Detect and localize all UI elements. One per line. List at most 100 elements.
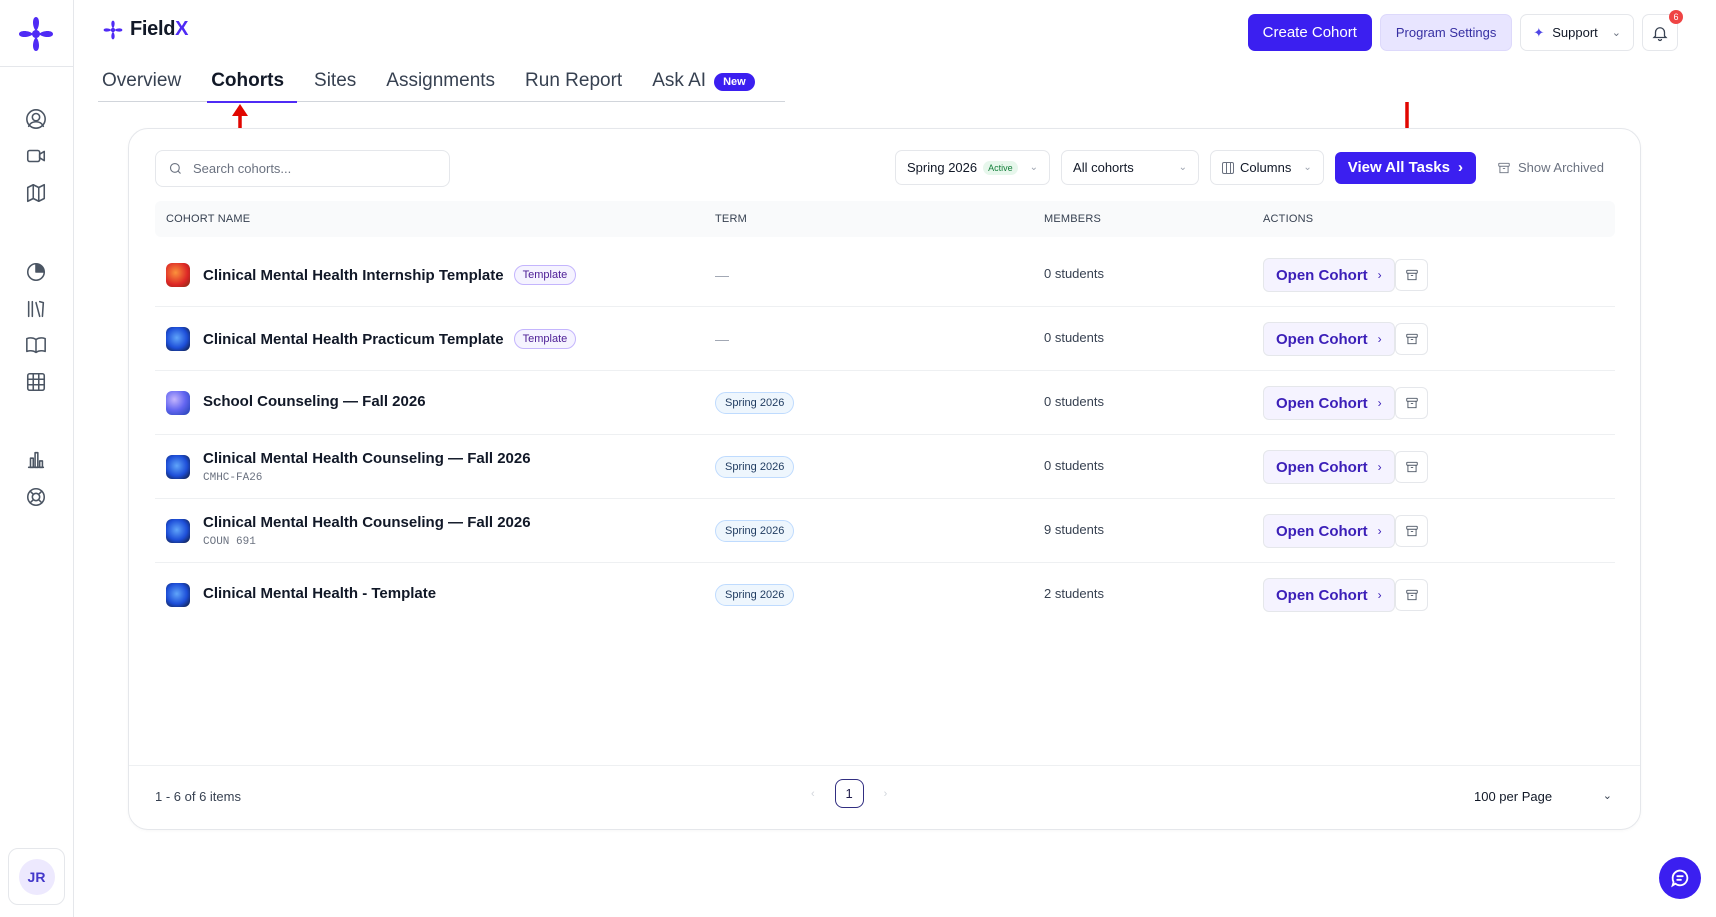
member-count: 0 students [1044,458,1104,473]
archive-icon [1405,525,1418,537]
table-row: Clinical Mental Health Internship Templa… [155,243,1615,307]
per-page-select[interactable]: 100 per Page ⌄ [1474,789,1612,804]
table-row: School Counseling — Fall 2026 Spring 202… [155,371,1615,435]
term-empty: — [715,331,729,347]
open-cohort-button[interactable]: Open Cohort › [1263,450,1395,484]
archive-icon [1405,589,1418,601]
template-badge: Template [513,329,577,349]
page-button[interactable]: 1 [834,779,864,808]
cohort-code: CMHC-FA26 [203,472,263,484]
show-archived-toggle[interactable]: Show Archived [1487,160,1614,175]
rail-video-icon[interactable] [23,143,49,169]
rail-help-icon[interactable] [23,484,49,510]
cohort-name[interactable]: Clinical Mental Health Internship Templa… [203,265,577,285]
rail-pie-chart-icon[interactable] [23,259,49,285]
brand-logo-icon [103,20,123,39]
rail-grid-icon[interactable] [23,369,49,395]
cohort-name[interactable]: Clinical Mental Health Counseling — Fall… [203,450,531,467]
bell-icon [1652,26,1668,41]
term-empty: — [715,267,729,283]
tab-assignments[interactable]: Assignments [382,70,508,102]
view-all-tasks-label: View All Tasks [1347,159,1450,176]
tab-ask-ai[interactable]: Ask AI New [648,70,767,102]
create-cohort-button[interactable]: Create Cohort [1247,14,1372,51]
search-icon [169,162,181,174]
rail-divider [0,66,73,67]
chevron-right-icon: › [1377,460,1382,474]
cohort-filter-select[interactable]: All cohorts ⌄ [1061,150,1200,185]
cohort-name[interactable]: Clinical Mental Health Practicum Templat… [203,329,577,349]
term-select[interactable]: Spring 2026 Active ⌄ [895,150,1051,185]
column-header-term[interactable]: TERM [715,213,747,225]
archive-cohort-button[interactable] [1395,387,1428,419]
archive-cohort-button[interactable] [1395,515,1428,547]
tab-sites[interactable]: Sites [310,70,369,102]
columns-icon [1222,161,1235,174]
columns-button[interactable]: Columns ⌄ [1210,150,1324,185]
user-menu[interactable]: JR [8,848,65,905]
search-input[interactable] [193,161,433,176]
column-header-members[interactable]: MEMBERS [1044,213,1101,225]
tab-overview[interactable]: Overview [98,70,194,102]
chat-support-button[interactable] [1659,857,1701,899]
term-select-value: Spring 2026 [907,160,978,175]
rail-bar-chart-icon[interactable] [23,447,49,473]
chevron-right-icon: › [1377,396,1382,410]
notifications-button[interactable]: 6 [1642,10,1683,51]
archive-cohort-button[interactable] [1395,451,1428,483]
table-row: Clinical Mental Health - Template Spring… [155,563,1615,627]
brand-name: FieldX [130,18,189,40]
chevron-right-icon: › [1377,588,1382,602]
open-cohort-button[interactable]: Open Cohort › [1263,386,1395,420]
tab-run-report[interactable]: Run Report [521,70,635,102]
items-count: 1 - 6 of 6 items [155,789,241,804]
archive-cohort-button[interactable] [1395,323,1428,355]
next-page-icon[interactable]: › [884,788,888,800]
rail-users-icon[interactable] [23,106,49,132]
chevron-down-icon: ⌄ [1303,162,1312,173]
term-badge: Spring 2026 [715,456,795,478]
chat-icon [1671,869,1689,888]
table-row: Clinical Mental Health Practicum Templat… [155,307,1615,371]
support-button[interactable]: ✦ Support ⌄ [1520,14,1634,51]
open-cohort-button[interactable]: Open Cohort › [1263,322,1395,356]
rail-map-icon[interactable] [23,180,49,206]
archive-icon [1405,333,1418,345]
archive-cohort-button[interactable] [1395,579,1428,611]
archive-icon [1405,461,1418,473]
view-all-tasks-button[interactable]: View All Tasks › [1334,151,1476,184]
prev-page-icon[interactable]: ‹ [811,788,815,800]
cohort-name[interactable]: Clinical Mental Health Counseling — Fall… [203,514,531,531]
cohort-name[interactable]: School Counseling — Fall 2026 [203,393,426,410]
table-row: Clinical Mental Health Counseling — Fall… [155,435,1615,499]
show-archived-label: Show Archived [1518,160,1604,175]
chevron-down-icon: ⌄ [1611,27,1621,39]
column-header-name[interactable]: COHORT NAME [166,213,250,225]
support-label: Support [1552,25,1598,40]
brand[interactable]: FieldX [102,18,189,41]
left-rail: JR [0,0,74,917]
member-count: 0 students [1044,266,1104,281]
rail-library-icon[interactable] [23,296,49,322]
section-tabs: Overview Cohorts Sites Assignments Run R… [98,70,785,103]
member-count: 9 students [1044,522,1104,537]
cohort-thumbnail [166,455,190,479]
column-header-actions: ACTIONS [1263,213,1314,225]
sparkle-icon: ✦ [1533,24,1545,40]
rail-book-icon[interactable] [23,332,49,358]
cohort-name[interactable]: Clinical Mental Health - Template [203,585,436,602]
tab-cohorts[interactable]: Cohorts [207,70,297,103]
fieldx-logo-icon[interactable] [16,14,56,54]
archive-icon [1405,269,1418,281]
archive-cohort-button[interactable] [1395,259,1428,291]
member-count: 2 students [1044,586,1104,601]
open-cohort-button[interactable]: Open Cohort › [1263,514,1395,548]
cohort-thumbnail [166,391,190,415]
table-row: Clinical Mental Health Counseling — Fall… [155,499,1615,563]
program-settings-button[interactable]: Program Settings [1379,14,1513,51]
open-cohort-button[interactable]: Open Cohort › [1263,258,1395,292]
cohort-filter-value: All cohorts [1073,160,1134,175]
open-cohort-button[interactable]: Open Cohort › [1263,578,1395,612]
cohort-thumbnail [166,583,190,607]
search-box[interactable] [155,150,450,187]
